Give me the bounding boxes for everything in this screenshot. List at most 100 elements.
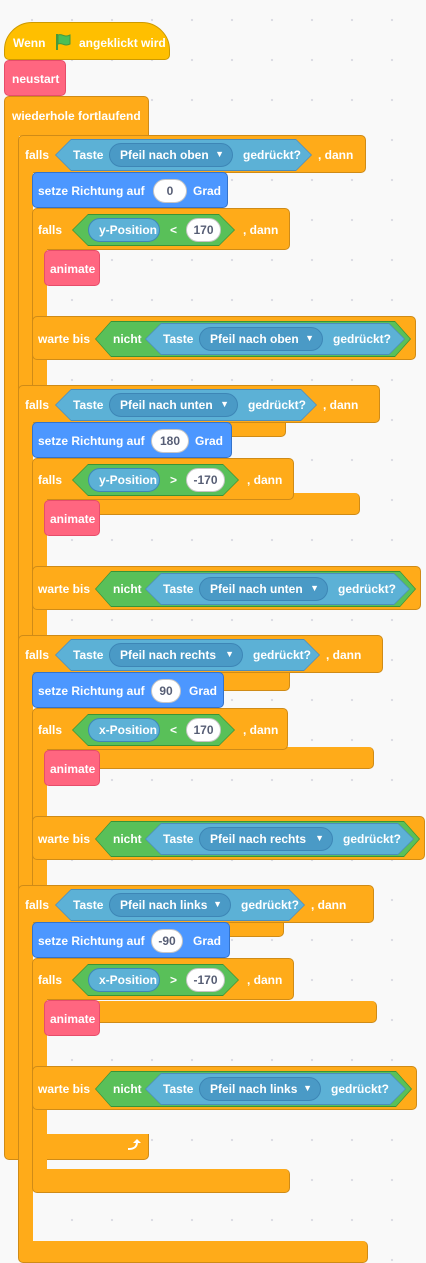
animate-label: animate [50, 1012, 96, 1026]
animate-block[interactable]: animate [44, 250, 100, 286]
direction-value: -90 [158, 934, 176, 948]
if-label: falls [25, 398, 50, 412]
key-dropdown-value: Pfeil nach unten [210, 582, 303, 596]
key-pressed-sensor[interactable]: Taste Pfeil nach links ▼ gedrückt? [55, 889, 305, 921]
key-dropdown[interactable]: Pfeil nach unten ▼ [109, 393, 238, 417]
animate-block[interactable]: animate [44, 1000, 100, 1036]
position-reporter[interactable]: x-Position [88, 968, 160, 992]
position-reporter-label: x-Position [99, 723, 158, 737]
neustart-label: neustart [12, 72, 60, 86]
key-pressed-sensor[interactable]: Taste Pfeil nach oben ▼ gedrückt? [145, 323, 405, 355]
direction-value: 180 [159, 434, 181, 448]
key-label: Taste [73, 398, 104, 412]
chevron-down-icon: ▼ [220, 399, 229, 409]
key-pressed-sensor[interactable]: Taste Pfeil nach rechts ▼ gedrückt? [55, 639, 320, 671]
key-dropdown[interactable]: Pfeil nach links ▼ [199, 1077, 321, 1101]
inner-if-label: falls [38, 473, 63, 487]
pressed-label: gedrückt? [248, 398, 307, 412]
not-operator[interactable]: nicht Taste Pfeil nach rechts ▼ gedrückt… [95, 821, 420, 857]
key-label: Taste [73, 648, 104, 662]
degree-label: Grad [193, 184, 222, 198]
wait-until-label: warte bis [38, 1082, 91, 1096]
chevron-down-icon: ▼ [215, 149, 224, 159]
position-reporter[interactable]: y-Position [88, 468, 160, 492]
direction-input[interactable]: 0 [153, 179, 187, 203]
wait-until-label: warte bis [38, 582, 91, 596]
inner-if-block[interactable]: falls y-Position < 170 , dann [32, 208, 290, 250]
inner-if-label: falls [38, 973, 63, 987]
key-dropdown[interactable]: Pfeil nach links ▼ [109, 893, 231, 917]
direction-input[interactable]: 90 [151, 679, 181, 703]
wait-until-block[interactable]: warte bis nicht Taste Pfeil nach oben ▼ … [32, 316, 416, 360]
position-reporter-label: y-Position [99, 223, 158, 237]
key-pressed-sensor[interactable]: Taste Pfeil nach unten ▼ gedrückt? [145, 573, 410, 605]
if-block[interactable]: falls Taste Pfeil nach unten ▼ gedrückt?… [18, 385, 380, 423]
compare-operator[interactable]: y-Position > -170 [72, 464, 239, 496]
direction-input[interactable]: 180 [151, 429, 189, 453]
then-label: , dann [326, 648, 362, 662]
inner-then-label: , dann [243, 723, 279, 737]
wait-until-block[interactable]: warte bis nicht Taste Pfeil nach links ▼… [32, 1066, 417, 1110]
if-arm [18, 922, 33, 1241]
compare-operator[interactable]: x-Position < 170 [72, 714, 235, 746]
if-footer [18, 1241, 368, 1263]
position-reporter[interactable]: x-Position [88, 718, 160, 742]
position-reporter[interactable]: y-Position [88, 218, 160, 242]
set-direction-block[interactable]: setze Richtung auf 90 Grad [32, 672, 224, 708]
compare-value-input[interactable]: -170 [186, 968, 225, 992]
key-label: Taste [163, 582, 194, 596]
compare-symbol: < [170, 723, 178, 737]
neustart-block[interactable]: neustart [4, 60, 66, 96]
direction-value: 0 [166, 184, 174, 198]
if-block[interactable]: falls Taste Pfeil nach oben ▼ gedrückt? … [18, 135, 366, 173]
animate-block[interactable]: animate [44, 750, 100, 786]
when-flag-clicked-hat-block[interactable]: Wenn angeklickt wird [4, 22, 170, 60]
key-pressed-sensor[interactable]: Taste Pfeil nach unten ▼ gedrückt? [55, 389, 317, 421]
not-label: nicht [113, 582, 142, 596]
inner-then-label: , dann [243, 223, 279, 237]
key-dropdown[interactable]: Pfeil nach rechts ▼ [109, 643, 243, 667]
compare-value-input[interactable]: 170 [186, 218, 221, 242]
key-pressed-sensor[interactable]: Taste Pfeil nach oben ▼ gedrückt? [55, 139, 312, 171]
compare-operator[interactable]: y-Position < 170 [72, 214, 235, 246]
chevron-down-icon: ▼ [310, 583, 319, 593]
not-label: nicht [113, 832, 142, 846]
not-operator[interactable]: nicht Taste Pfeil nach unten ▼ gedrückt? [95, 571, 416, 607]
animate-block[interactable]: animate [44, 500, 100, 536]
set-direction-block[interactable]: setze Richtung auf 180 Grad [32, 422, 232, 458]
key-pressed-sensor[interactable]: Taste Pfeil nach rechts ▼ gedrückt? [145, 823, 414, 855]
then-label: , dann [318, 148, 354, 162]
degree-label: Grad [195, 434, 224, 448]
if-block[interactable]: falls Taste Pfeil nach rechts ▼ gedrückt… [18, 635, 383, 673]
inner-if-block[interactable]: falls x-Position < 170 , dann [32, 708, 288, 750]
wait-until-label: warte bis [38, 832, 91, 846]
if-block[interactable]: falls Taste Pfeil nach links ▼ gedrückt?… [18, 885, 374, 923]
key-label: Taste [163, 1082, 194, 1096]
key-dropdown[interactable]: Pfeil nach rechts ▼ [199, 827, 333, 851]
compare-operator[interactable]: x-Position > -170 [72, 964, 239, 996]
compare-value: -170 [193, 973, 218, 987]
animate-label: animate [50, 762, 96, 776]
wait-until-block[interactable]: warte bis nicht Taste Pfeil nach unten ▼… [32, 566, 421, 610]
degree-label: Grad [193, 934, 222, 948]
not-label: nicht [113, 1082, 142, 1096]
key-pressed-sensor[interactable]: Taste Pfeil nach links ▼ gedrückt? [145, 1073, 406, 1105]
key-dropdown[interactable]: Pfeil nach unten ▼ [199, 577, 328, 601]
key-dropdown[interactable]: Pfeil nach oben ▼ [109, 143, 233, 167]
key-dropdown[interactable]: Pfeil nach oben ▼ [199, 327, 323, 351]
compare-value-input[interactable]: 170 [186, 718, 221, 742]
not-operator[interactable]: nicht Taste Pfeil nach oben ▼ gedrückt? [95, 321, 411, 357]
compare-value-input[interactable]: -170 [186, 468, 225, 492]
not-operator[interactable]: nicht Taste Pfeil nach links ▼ gedrückt? [95, 1071, 412, 1107]
inner-if-block[interactable]: falls y-Position > -170 , dann [32, 458, 294, 500]
set-direction-block[interactable]: setze Richtung auf 0 Grad [32, 172, 228, 208]
forever-arm [4, 135, 19, 1135]
inner-if-block[interactable]: falls x-Position > -170 , dann [32, 958, 294, 1000]
set-direction-block[interactable]: setze Richtung auf -90 Grad [32, 922, 230, 958]
direction-input[interactable]: -90 [151, 929, 183, 953]
pressed-label: gedrückt? [338, 582, 397, 596]
forever-block[interactable]: wiederhole fortlaufend [4, 96, 149, 136]
pressed-label: gedrückt? [331, 1082, 390, 1096]
direction-value: 90 [159, 684, 173, 698]
wait-until-block[interactable]: warte bis nicht Taste Pfeil nach rechts … [32, 816, 425, 860]
